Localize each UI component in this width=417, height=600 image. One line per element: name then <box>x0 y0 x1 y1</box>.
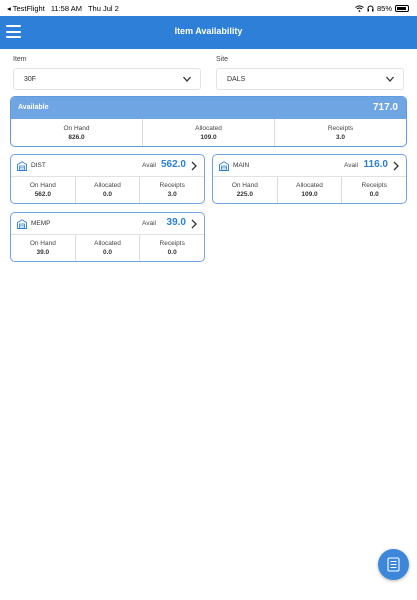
app-header: Item Availability <box>0 16 417 49</box>
on-hand-label: On Hand <box>231 182 258 189</box>
receipts-value: 0.0 <box>167 249 177 256</box>
receipts-label: Receipts <box>361 182 387 189</box>
wifi-icon <box>355 5 364 12</box>
allocated-column: Allocated 109.0 <box>143 119 275 146</box>
receipts-column: Receipts 3.0 <box>140 177 204 203</box>
site-name: MEMP <box>31 220 51 227</box>
receipts-column: Receipts 3.0 <box>275 119 406 146</box>
avail-label: Avail <box>142 162 156 169</box>
document-icon <box>387 557 400 572</box>
status-bar: ◂ TestFlight 11:58 AM Thu Jul 2 85% <box>0 0 417 16</box>
on-hand-column: On Hand 562.0 <box>11 177 76 203</box>
allocated-column: Allocated 0.0 <box>76 235 141 261</box>
receipts-column: Receipts 0.0 <box>342 177 406 203</box>
chevron-down-icon <box>183 76 191 82</box>
on-hand-column: On Hand 39.0 <box>11 235 76 261</box>
avail-value: 116.0 <box>363 159 388 170</box>
receipts-label: Receipts <box>159 240 185 247</box>
avail-label: Avail <box>142 220 156 227</box>
receipts-value: 3.0 <box>167 191 177 198</box>
on-hand-value: 39.0 <box>36 249 50 256</box>
status-time: 11:58 AM <box>50 4 82 13</box>
allocated-label: Allocated <box>94 240 121 247</box>
battery-icon <box>395 5 409 12</box>
status-date: Thu Jul 2 <box>87 4 119 13</box>
battery-percent: 85% <box>376 4 392 13</box>
on-hand-label: On Hand <box>29 182 56 189</box>
site-select[interactable]: DALS <box>216 68 404 90</box>
avail-value: 562.0 <box>160 159 186 170</box>
chevron-right-icon <box>191 161 197 171</box>
available-total: 717.0 <box>372 102 398 113</box>
allocated-label: Allocated <box>195 125 222 132</box>
on-hand-label: On Hand <box>29 240 56 247</box>
warehouse-icon <box>17 219 27 229</box>
receipts-label: Receipts <box>159 182 185 189</box>
page-title: Item Availability <box>174 26 243 36</box>
allocated-value: 109.0 <box>200 134 217 141</box>
on-hand-column: On Hand 225.0 <box>213 177 278 203</box>
allocated-column: Allocated 109.0 <box>278 177 343 203</box>
allocated-value: 0.0 <box>102 191 113 198</box>
allocated-label: Allocated <box>296 182 323 189</box>
site-value: DALS <box>227 76 246 83</box>
on-hand-label: On Hand <box>63 125 90 132</box>
document-fab-button[interactable] <box>378 549 409 580</box>
summary-header: Available 717.0 <box>11 97 406 119</box>
site-card-main[interactable]: MAIN Avail 116.0 On Hand 225.0 Allocated… <box>212 154 407 204</box>
site-name: DIST <box>31 162 46 169</box>
warehouse-icon <box>17 161 27 171</box>
site-label: Site <box>216 56 229 63</box>
on-hand-value: 225.0 <box>236 191 253 198</box>
allocated-value: 109.0 <box>301 191 318 198</box>
warehouse-icon <box>219 161 229 171</box>
chevron-down-icon <box>386 76 394 82</box>
on-hand-value: 826.0 <box>68 134 85 141</box>
item-select[interactable]: 30F <box>13 68 201 90</box>
item-label: Item <box>13 56 27 63</box>
allocated-value: 0.0 <box>102 249 113 256</box>
headphones-icon <box>367 5 374 12</box>
receipts-column: Receipts 0.0 <box>140 235 204 261</box>
site-name: MAIN <box>233 162 250 169</box>
receipts-value: 3.0 <box>335 134 346 141</box>
on-hand-column: On Hand 826.0 <box>11 119 143 146</box>
back-to-app-link[interactable]: ◂ TestFlight <box>7 4 45 13</box>
item-value: 30F <box>24 76 37 83</box>
available-label: Available <box>18 104 49 111</box>
chevron-right-icon <box>191 219 197 229</box>
site-card-dist[interactable]: DIST Avail 562.0 On Hand 562.0 Allocated… <box>10 154 205 204</box>
site-card-memp[interactable]: MEMP Avail 39.0 On Hand 39.0 Allocated 0… <box>10 212 205 262</box>
allocated-label: Allocated <box>94 182 121 189</box>
avail-value: 39.0 <box>166 217 186 228</box>
available-summary: Available 717.0 On Hand 826.0 Allocated … <box>10 96 407 147</box>
allocated-column: Allocated 0.0 <box>76 177 141 203</box>
receipts-value: 0.0 <box>369 191 379 198</box>
chevron-right-icon <box>393 161 399 171</box>
avail-label: Avail <box>344 162 358 169</box>
receipts-label: Receipts <box>327 125 354 132</box>
on-hand-value: 562.0 <box>34 191 51 198</box>
